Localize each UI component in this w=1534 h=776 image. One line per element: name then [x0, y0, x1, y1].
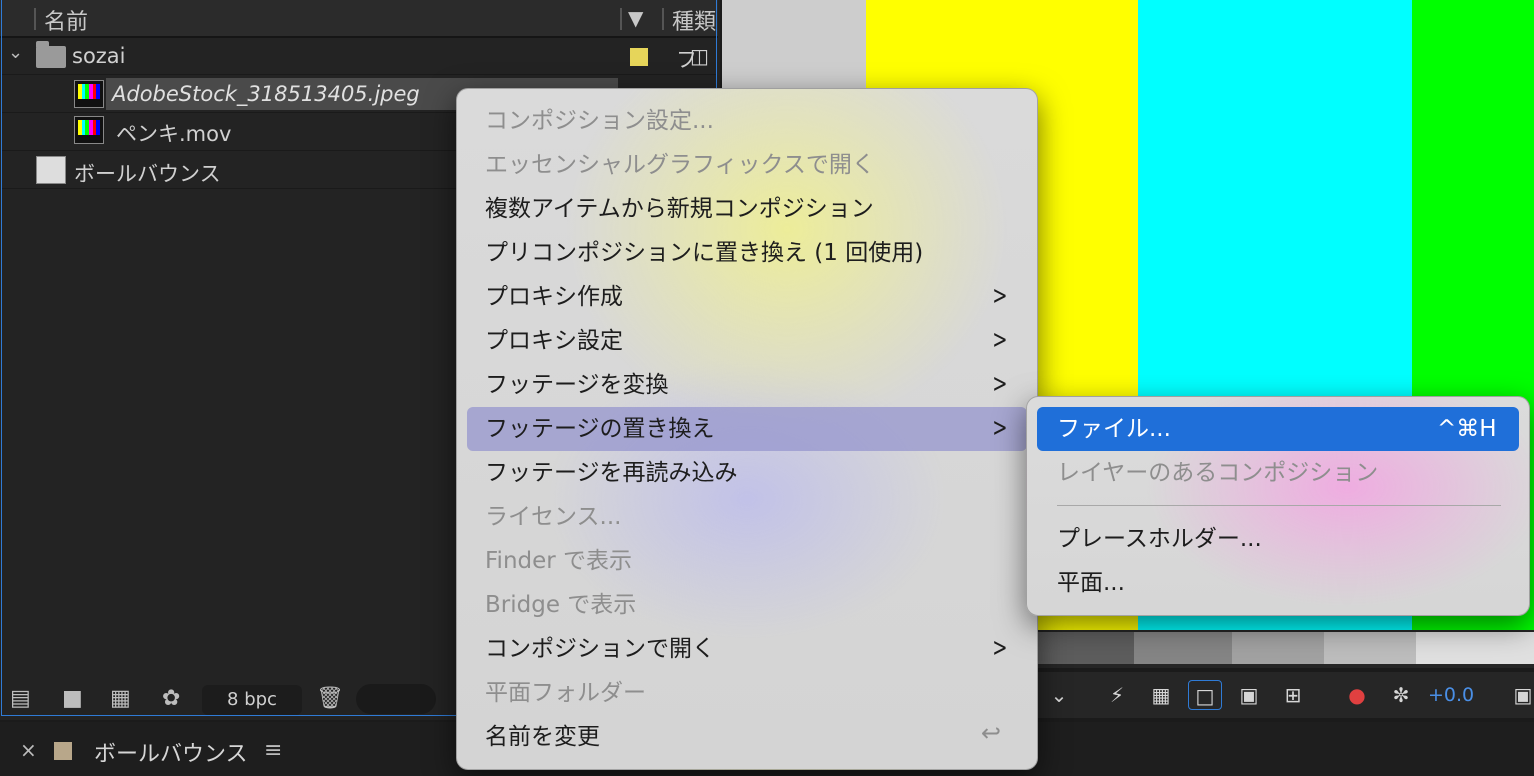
submenu-item-file[interactable]: ファイル...	[1057, 407, 1171, 451]
submenu-chevron-icon: >	[992, 413, 1008, 443]
submenu-item-solid[interactable]: 平面...	[1057, 561, 1125, 605]
menu-item-rename[interactable]: 名前を変更	[485, 715, 600, 759]
menu-item-open-essential-graphics[interactable]: エッセンシャルグラフィックスで開く	[485, 143, 875, 187]
submenu-chevron-icon: >	[992, 281, 1008, 311]
composition-label-swatch	[54, 742, 72, 760]
submenu-chevron-icon: >	[992, 633, 1008, 663]
submenu-item-placeholder[interactable]: プレースホルダー...	[1057, 517, 1262, 561]
gray-ramp-segment	[1134, 632, 1232, 664]
menu-item-new-comp-from-selection[interactable]: 複数アイテムから新規コンポジション	[485, 187, 874, 231]
menu-item-interpret-footage[interactable]: フッテージを変換	[485, 363, 669, 407]
replace-footage-submenu: ファイル... ^⌘H レイヤーのあるコンポジション プレースホルダー... 平…	[1026, 396, 1530, 616]
grid-guides-icon[interactable]: ⊞	[1276, 680, 1310, 710]
menu-item-composition-settings[interactable]: コンポジション設定...	[485, 99, 714, 143]
context-menu: コンポジション設定... エッセンシャルグラフィックスで開く 複数アイテムから新…	[456, 88, 1038, 770]
fast-preview-icon[interactable]: ⚡	[1100, 680, 1134, 710]
menu-item-set-proxy[interactable]: プロキシ設定	[485, 319, 623, 363]
region-of-interest-icon[interactable]: ▣	[1232, 680, 1266, 710]
gray-ramp-segment	[1232, 632, 1324, 664]
menu-item-replace-with-precomp[interactable]: プリコンポジションに置き換え (1 回使用)	[485, 231, 923, 275]
menu-item-replace-footage[interactable]: フッテージの置き換え	[485, 407, 715, 451]
menu-item-reveal-in-finder[interactable]: Finder で表示	[485, 539, 632, 583]
submenu-chevron-icon: >	[992, 325, 1008, 355]
menu-divider	[1057, 505, 1501, 506]
menu-item-license[interactable]: ライセンス...	[485, 495, 621, 539]
tab-menu-icon[interactable]: ≡	[264, 738, 282, 763]
menu-item-reload-footage[interactable]: フッテージを再読み込み	[485, 451, 738, 495]
submenu-item-comp-with-layers[interactable]: レイヤーのあるコンポジション	[1057, 451, 1378, 495]
exposure-reset-icon[interactable]: ✼	[1384, 680, 1418, 710]
menu-item-reveal-in-bridge[interactable]: Bridge で表示	[485, 583, 636, 627]
gray-ramp-segment	[1036, 632, 1134, 664]
menu-item-solids-folder[interactable]: 平面フォルダー	[485, 671, 646, 715]
gray-ramp-segment	[1324, 632, 1416, 664]
shortcut-label: ^⌘H	[1437, 416, 1497, 442]
close-tab-icon[interactable]: ×	[20, 738, 37, 762]
return-key-icon: ↩	[981, 719, 1002, 747]
exposure-value[interactable]: +0.0	[1428, 684, 1474, 706]
mask-visibility-icon[interactable]: □	[1188, 680, 1222, 710]
menu-item-open-in-composition[interactable]: コンポジションで開く	[485, 627, 715, 671]
snapshot-camera-icon[interactable]: ▣	[1512, 680, 1534, 710]
channels-icon[interactable]: ●	[1340, 680, 1374, 710]
submenu-chevron-icon: >	[992, 369, 1008, 399]
tab-title[interactable]: ボールバウンス	[94, 736, 248, 768]
transparency-grid-icon[interactable]: ▦	[1144, 680, 1178, 710]
gray-ramp-segment	[1416, 632, 1534, 664]
menu-item-create-proxy[interactable]: プロキシ作成	[485, 275, 623, 319]
magnification-dropdown-chevron-icon[interactable]: ⌄	[1042, 680, 1076, 710]
